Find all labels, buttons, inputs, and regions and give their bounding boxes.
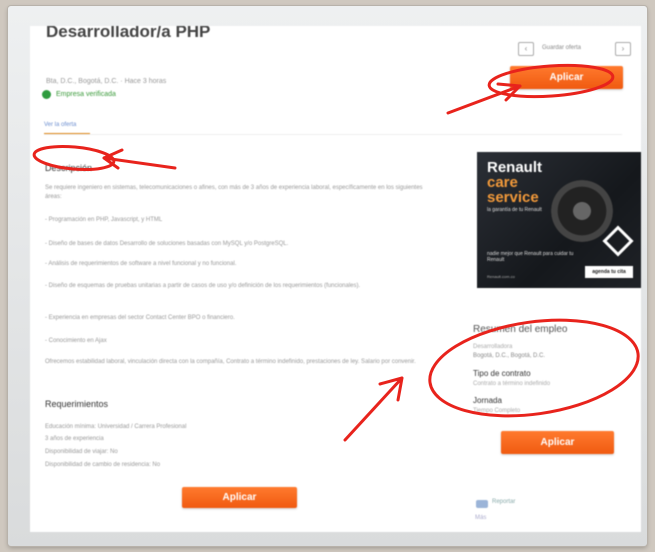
- verified-badge: Empresa verificada: [42, 90, 116, 99]
- verified-label: Empresa verificada: [56, 91, 116, 98]
- job-page: Desarrollador/a PHP ‹ Guardar oferta › B…: [30, 26, 641, 532]
- summary-schedule-value: Tiempo Completo: [473, 408, 521, 414]
- report-link[interactable]: Reportar: [492, 499, 515, 505]
- summary-contract-value: Contrato a término indefinido: [473, 381, 551, 387]
- ad-line-service: service: [487, 189, 539, 206]
- description-paragraph: - Experiencia en empresas del sector Con…: [45, 315, 235, 321]
- flag-icon[interactable]: [476, 500, 488, 508]
- ad-cta-button[interactable]: agenda tu cita: [585, 266, 633, 278]
- wheel-image: [551, 180, 613, 242]
- tab-view-offer[interactable]: Ver la oferta: [44, 122, 76, 128]
- description-paragraph: - Diseño de bases de datos Desarrollo de…: [45, 241, 289, 247]
- check-icon: [42, 90, 51, 99]
- bookmark-icon[interactable]: ›: [615, 42, 631, 56]
- requirement-item: Educación mínima: Universidad / Carrera …: [45, 424, 187, 430]
- description-paragraph: - Conocimiento en Ajax: [45, 338, 107, 344]
- summary-location-label: Desarrolladora: [473, 344, 513, 350]
- description-paragraph: Se requiere ingeniero en sistemas, telec…: [45, 185, 423, 200]
- ad-line-care: care: [487, 174, 518, 191]
- divider: [44, 134, 622, 135]
- ad-brand: Renault: [487, 159, 543, 176]
- renault-ad-banner[interactable]: Renault care service la garantía de tu R…: [477, 152, 641, 288]
- apply-button-bottom[interactable]: Aplicar: [182, 487, 297, 508]
- description-paragraph: Ofrecemos estabilidad laboral, vinculaci…: [45, 359, 416, 365]
- requirement-item: Disponibilidad de cambio de residencia: …: [45, 462, 161, 468]
- ad-footer: Renault.com.co: [487, 274, 515, 279]
- more-link[interactable]: Más: [475, 515, 486, 521]
- description-paragraph: - Programación en PHP, Javascript, y HTM…: [45, 217, 163, 223]
- photo-frame: Desarrollador/a PHP ‹ Guardar oferta › B…: [8, 6, 647, 546]
- ad-subtext: nadie mejor que Renault para cuidar tu R…: [487, 251, 574, 263]
- job-title: Desarrollador/a PHP: [46, 26, 211, 41]
- ad-tagline: la garantía de tu Renault: [487, 207, 542, 213]
- renault-logo-icon: [602, 225, 634, 257]
- apply-button-summary[interactable]: Aplicar: [501, 431, 614, 454]
- description-heading: Descripción: [45, 163, 93, 173]
- description-paragraph: - Análisis de requerimientos de software…: [45, 261, 237, 267]
- save-offer-link[interactable]: Guardar oferta: [542, 45, 581, 51]
- summary-title: Resumen del empleo: [473, 324, 568, 335]
- description-paragraph: - Diseño de esquemas de pruebas unitaria…: [45, 283, 361, 289]
- summary-schedule-heading: Jornada: [473, 396, 502, 405]
- requirement-item: Disponibilidad de viajar: No: [45, 449, 118, 455]
- summary-location-value: Bogotá, D.C., Bogotá, D.C.: [473, 353, 546, 359]
- summary-contract-heading: Tipo de contrato: [473, 369, 531, 378]
- requirements-heading: Requerimientos: [45, 399, 109, 409]
- job-location: Bta, D.C., Bogotá, D.C. · Hace 3 horas: [46, 78, 167, 85]
- share-icon[interactable]: ‹: [518, 42, 534, 56]
- requirement-item: 3 años de experiencia: [45, 436, 104, 442]
- apply-button-top[interactable]: Aplicar: [510, 66, 623, 89]
